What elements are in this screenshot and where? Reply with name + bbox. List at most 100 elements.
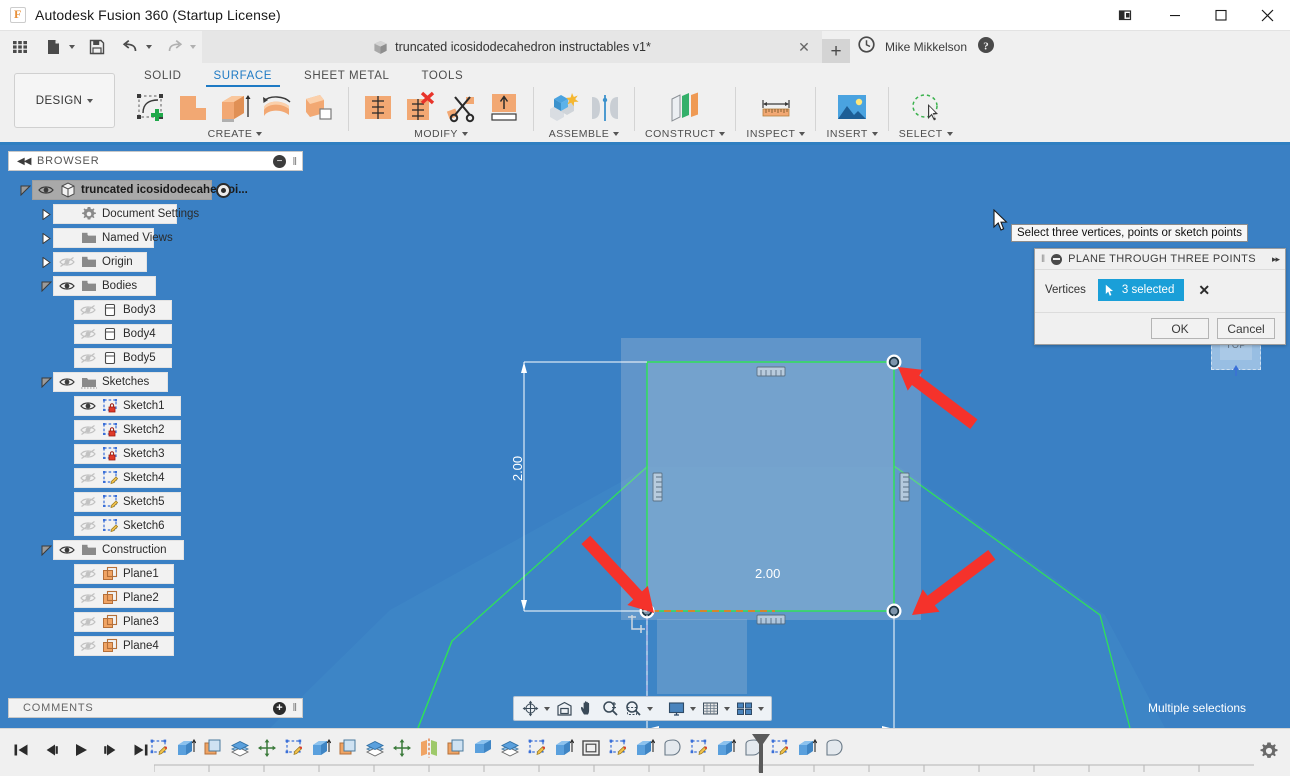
cancel-button[interactable]: Cancel xyxy=(1217,318,1275,339)
workspace-selector[interactable]: DESIGN xyxy=(14,73,115,128)
browser-tree-row[interactable]: Bodies xyxy=(8,274,304,298)
offset-icon[interactable] xyxy=(300,89,338,127)
eye-hidden-icon[interactable] xyxy=(79,591,96,605)
tab-close-icon[interactable]: ✕ xyxy=(796,39,812,55)
recent-documents-icon[interactable] xyxy=(858,36,875,58)
patch-icon[interactable] xyxy=(174,89,212,127)
step-back-icon[interactable] xyxy=(38,737,64,763)
timeline-feature-move[interactable] xyxy=(389,735,414,761)
timeline-feature-offset[interactable] xyxy=(227,735,252,761)
browser-tree-row[interactable]: Body3 xyxy=(8,298,304,322)
tree-expand-open-icon[interactable] xyxy=(39,274,53,298)
insert-image-icon[interactable] xyxy=(833,89,871,127)
timeline-feature-plane[interactable] xyxy=(443,735,468,761)
look-at-icon[interactable] xyxy=(553,698,575,719)
timeline-feature-offset[interactable] xyxy=(362,735,387,761)
panel-assemble-caret-icon[interactable] xyxy=(613,132,619,136)
browser-minimize-icon[interactable]: − xyxy=(273,155,286,168)
zoom-icon[interactable] xyxy=(599,698,621,719)
eye-hidden-icon[interactable] xyxy=(79,615,96,629)
timeline-settings-gear-icon[interactable] xyxy=(1258,740,1282,764)
comments-grip-icon[interactable]: ‖ xyxy=(292,702,297,714)
extend-icon[interactable] xyxy=(485,89,523,127)
eye-visible-icon[interactable] xyxy=(79,399,96,413)
tree-expand-closed-icon[interactable] xyxy=(39,226,53,250)
browser-tree-row[interactable]: Sketch3 xyxy=(8,442,304,466)
timeline-feature-extrude[interactable] xyxy=(632,735,657,761)
browser-item-plane1[interactable]: Plane1 xyxy=(74,564,174,584)
tab-sheet-metal[interactable]: SHEET METAL xyxy=(288,67,405,87)
create-sketch-icon[interactable] xyxy=(132,89,170,127)
browser-item-plane3[interactable]: Plane3 xyxy=(74,612,174,632)
step-forward-icon[interactable] xyxy=(98,737,124,763)
timeline-feature-mirror[interactable] xyxy=(416,735,441,761)
browser-tree-row[interactable]: Sketches xyxy=(8,370,304,394)
zoom-window-caret-icon[interactable] xyxy=(645,698,655,719)
undo-button[interactable] xyxy=(117,34,154,60)
orbit-caret-icon[interactable] xyxy=(542,698,552,719)
minimize-button[interactable] xyxy=(1152,0,1198,31)
panel-modify-caret-icon[interactable] xyxy=(462,132,468,136)
timeline-feature-extrude[interactable] xyxy=(173,735,198,761)
browser-tree-row[interactable]: Sketch6 xyxy=(8,514,304,538)
dialog-collapse-icon[interactable] xyxy=(1051,254,1062,265)
save-icon[interactable] xyxy=(84,34,110,60)
timeline-feature-loft[interactable] xyxy=(821,735,846,761)
eye-hidden-icon[interactable] xyxy=(79,567,96,581)
timeline-feature-sketch[interactable] xyxy=(146,735,171,761)
new-file-icon[interactable] xyxy=(40,34,66,60)
browser-tree-row[interactable]: Construction xyxy=(8,538,304,562)
panel-construct-caret-icon[interactable] xyxy=(719,132,725,136)
browser-item-sketches[interactable]: Sketches xyxy=(53,372,168,392)
eye-hidden-icon[interactable] xyxy=(79,423,96,437)
horizontal-dimension-value[interactable]: 2.00 xyxy=(755,566,780,581)
eye-hidden-icon[interactable] xyxy=(79,303,96,317)
skip-start-icon[interactable] xyxy=(8,737,34,763)
browser-tree-row[interactable]: truncated icosidodecahedroi... xyxy=(8,178,304,202)
browser-item-plane4[interactable]: Plane4 xyxy=(74,636,174,656)
eye-visible-icon[interactable] xyxy=(37,183,54,197)
vertices-selection-chip[interactable]: 3 selected xyxy=(1098,279,1184,301)
ok-button[interactable]: OK xyxy=(1151,318,1209,339)
orbit-icon[interactable] xyxy=(519,698,541,719)
browser-item-sketch6[interactable]: Sketch6 xyxy=(74,516,181,536)
tree-expand-open-icon[interactable] xyxy=(39,538,53,562)
timeline-feature-sketch[interactable] xyxy=(686,735,711,761)
timeline-feature-plane[interactable] xyxy=(200,735,225,761)
maximize-button[interactable] xyxy=(1198,0,1244,31)
document-tab[interactable]: truncated icosidodecahedron instructable… xyxy=(202,31,822,63)
tree-expand-open-icon[interactable] xyxy=(39,370,53,394)
undo-caret-icon[interactable] xyxy=(143,34,154,60)
pan-icon[interactable] xyxy=(576,698,598,719)
browser-item-sketch2[interactable]: Sketch2 xyxy=(74,420,181,440)
revolve-icon[interactable] xyxy=(258,89,296,127)
timeline-playhead[interactable] xyxy=(750,733,772,775)
browser-item-construction[interactable]: Construction xyxy=(53,540,184,560)
timeline-feature-loft[interactable] xyxy=(659,735,684,761)
viewport-layout-icon[interactable] xyxy=(733,698,755,719)
restore-panel-button[interactable] xyxy=(1098,0,1152,31)
vertical-dimension-value[interactable]: 2.00 xyxy=(510,456,525,481)
play-icon[interactable] xyxy=(68,737,94,763)
dialog-expand-icon[interactable]: ▸▸ xyxy=(1272,254,1279,265)
timeline-track[interactable] xyxy=(146,735,1248,771)
timeline-feature-extrude[interactable] xyxy=(308,735,333,761)
browser-tree-row[interactable]: Plane3 xyxy=(8,610,304,634)
dialog-title-bar[interactable]: ‖ PLANE THROUGH THREE POINTS ▸▸ xyxy=(1035,249,1285,270)
browser-collapse-icon[interactable]: ◀◀ xyxy=(17,156,30,167)
extrude-icon[interactable] xyxy=(216,89,254,127)
browser-tree-row[interactable]: Plane2 xyxy=(8,586,304,610)
redo-button[interactable] xyxy=(161,34,198,60)
browser-item-truncated-icosidodecahedroi[interactable]: truncated icosidodecahedroi... xyxy=(32,180,212,200)
timeline-feature-shell[interactable] xyxy=(578,735,603,761)
browser-tree-row[interactable]: Document Settings xyxy=(8,202,304,226)
offset-plane-icon[interactable] xyxy=(666,89,704,127)
panel-inspect-caret-icon[interactable] xyxy=(799,132,805,136)
select-freeform-icon[interactable] xyxy=(907,89,945,127)
browser-item-body4[interactable]: Body4 xyxy=(74,324,172,344)
tab-surface[interactable]: SURFACE xyxy=(198,67,289,87)
redo-icon[interactable] xyxy=(161,34,187,60)
viewport-layout-caret-icon[interactable] xyxy=(756,698,766,719)
browser-item-body3[interactable]: Body3 xyxy=(74,300,172,320)
timeline-feature-sketch[interactable] xyxy=(281,735,306,761)
